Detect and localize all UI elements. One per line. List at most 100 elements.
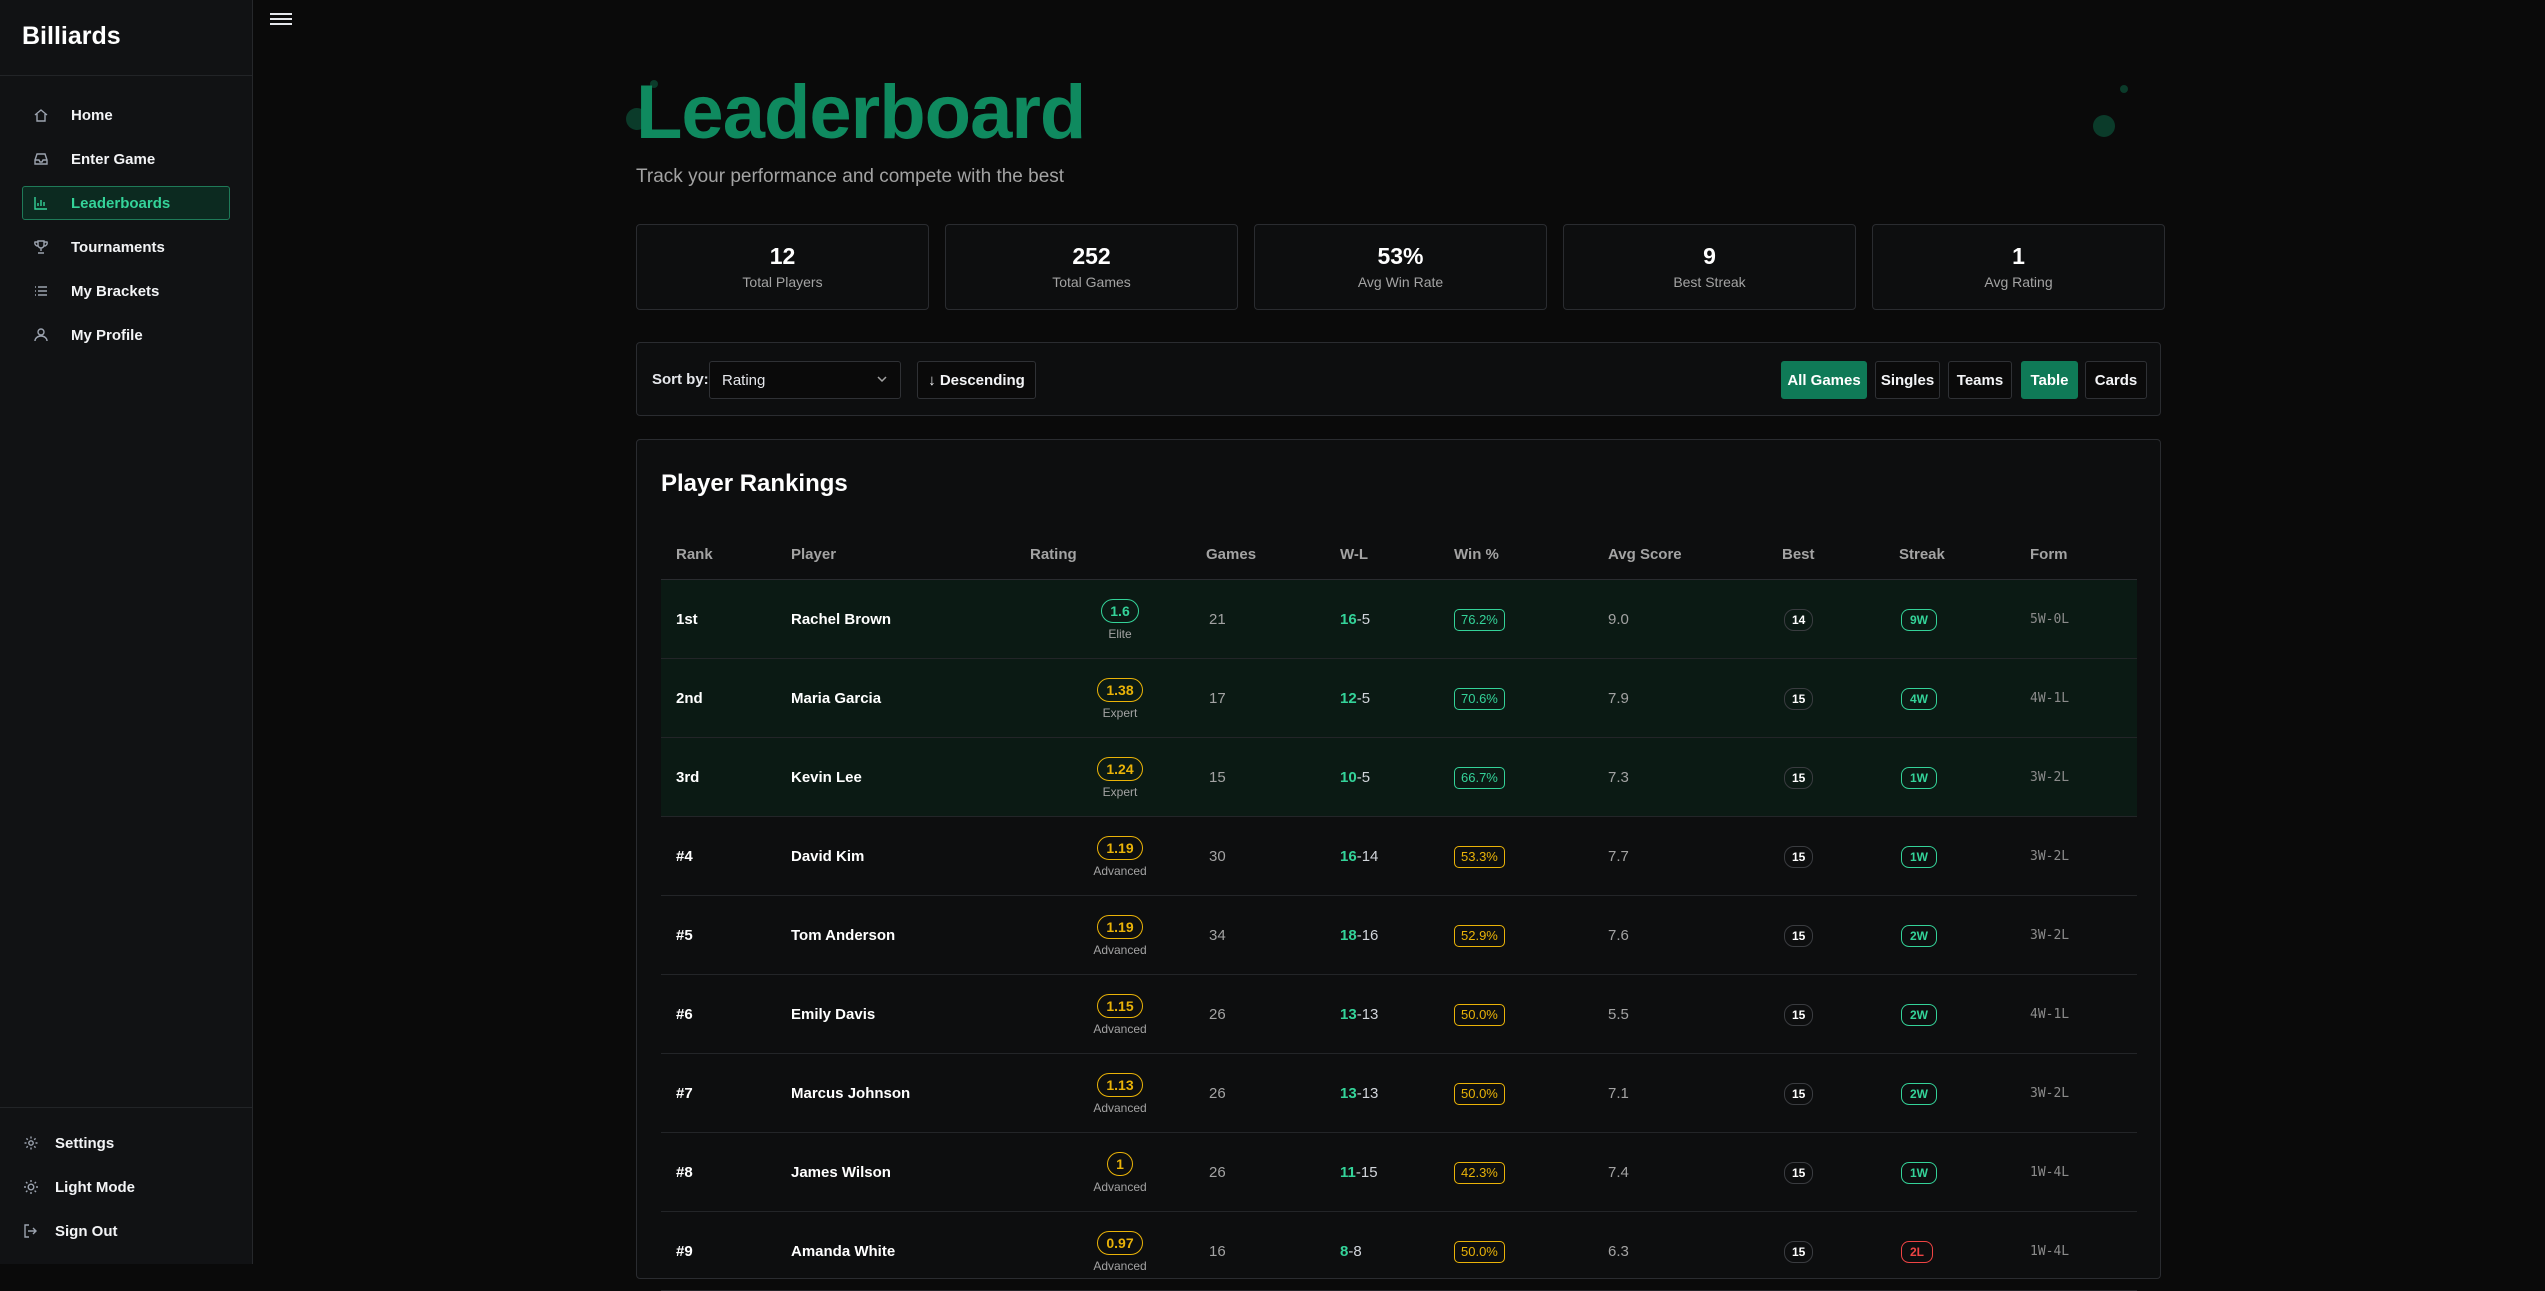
menu-toggle-button[interactable]	[270, 10, 292, 30]
rating-cell: 1.38 Expert	[1080, 659, 1160, 738]
win-pct-cell: 42.3%	[1454, 1133, 1505, 1212]
sidebar-item-tournaments[interactable]: Tournaments	[22, 230, 230, 264]
table-row[interactable]: 1st Rachel Brown 1.6 Elite 21 16-5 76.2% 9.0 14 9…	[661, 580, 2137, 659]
table-row[interactable]: #6 Emily Davis 1.15 Advanced 26 13-13 50.0% 5.5…	[661, 975, 2137, 1054]
win-pct-cell: 70.6%	[1454, 659, 1505, 738]
stat-label: Avg Rating	[1984, 273, 2053, 290]
column-header-streak[interactable]: Streak	[1899, 546, 1945, 563]
player-name[interactable]: Rachel Brown	[791, 580, 891, 659]
player-name[interactable]: Emily Davis	[791, 975, 875, 1054]
filter-singles-button[interactable]: Singles	[1875, 361, 1940, 399]
win-loss-cell: 18-16	[1340, 896, 1378, 975]
wins-value: 12	[1340, 690, 1357, 707]
column-header-win[interactable]: Win %	[1454, 546, 1499, 563]
column-header-avg-score[interactable]: Avg Score	[1608, 546, 1682, 563]
column-header-rating[interactable]: Rating	[1030, 546, 1077, 563]
stat-card-avg-rating: 1 Avg Rating	[1872, 224, 2165, 310]
hamburger-icon	[270, 13, 292, 15]
best-badge: 15	[1784, 1082, 1814, 1105]
view-cards-button[interactable]: Cards	[2085, 361, 2147, 399]
sidebar-item-label: My Profile	[71, 326, 143, 344]
avg-score-cell: 7.9	[1608, 690, 1629, 707]
best-badge: 15	[1784, 1240, 1814, 1263]
column-header-games[interactable]: Games	[1206, 546, 1256, 563]
stat-value: 53%	[1377, 243, 1424, 270]
rating-badge: 1.15	[1097, 993, 1143, 1018]
player-name[interactable]: Tom Anderson	[791, 896, 895, 975]
rating-badge: 1	[1107, 1151, 1133, 1176]
rank-cell: 2nd	[676, 690, 703, 707]
form-cell: 3W-2L	[2030, 1086, 2070, 1101]
win-pct-badge: 42.3%	[1454, 1161, 1505, 1184]
win-loss-cell: 16-5	[1340, 580, 1370, 659]
losses-value: 8	[1353, 1243, 1362, 1260]
sort-select[interactable]: Rating	[709, 361, 901, 399]
sidebar-item-home[interactable]: Home	[22, 98, 230, 132]
column-header-player[interactable]: Player	[791, 546, 836, 563]
page-subtitle: Track your performance and compete with …	[636, 166, 1065, 187]
column-header-w-l[interactable]: W-L	[1340, 546, 1368, 563]
table-row[interactable]: #4 David Kim 1.19 Advanced 30 16-14 53.3% 7.7 15…	[661, 817, 2137, 896]
avg-score-cell: 7.4	[1608, 1164, 1629, 1181]
player-name[interactable]: Kevin Lee	[791, 738, 862, 817]
table-row[interactable]: #8 James Wilson 1 Advanced 26 11-15 42.3% 7.4 15…	[661, 1133, 2137, 1212]
player-name[interactable]: Maria Garcia	[791, 659, 881, 738]
streak-badge: 2W	[1901, 1082, 1937, 1105]
column-header-form[interactable]: Form	[2030, 546, 2068, 563]
sidebar: Billiards Home Enter Game Leaderboards Tour…	[0, 0, 253, 1264]
table-row[interactable]: #7 Marcus Johnson 1.13 Advanced 26 13-13 50.0%…	[661, 1054, 2137, 1133]
streak-cell: 1W	[1901, 738, 1937, 817]
sidebar-item-label: Enter Game	[71, 150, 156, 168]
page-header: Leaderboard Track your performance and c…	[626, 0, 2161, 220]
decorative-dot	[2093, 115, 2115, 137]
rating-badge: 1.6	[1101, 598, 1139, 623]
stat-label: Total Players	[742, 273, 823, 290]
streak-badge: 1W	[1901, 766, 1937, 789]
column-header-rank[interactable]: Rank	[676, 546, 713, 563]
view-table-button[interactable]: Table	[2021, 361, 2078, 399]
filter-teams-button[interactable]: Teams	[1948, 361, 2012, 399]
losses-value: 15	[1360, 1164, 1378, 1181]
sidebar-item-sign-out[interactable]: Sign Out	[16, 1214, 236, 1248]
brand-logo[interactable]: Billiards	[0, 0, 252, 76]
sidebar-item-enter-game[interactable]: Enter Game	[22, 142, 230, 176]
sidebar-item-leaderboards[interactable]: Leaderboards	[22, 186, 230, 220]
best-badge: 14	[1784, 608, 1814, 631]
stat-value: 9	[1703, 243, 1716, 270]
rating-badge: 1.24	[1097, 756, 1143, 781]
rating-cell: 1.24 Expert	[1080, 738, 1160, 817]
sidebar-item-my-profile[interactable]: My Profile	[22, 318, 230, 352]
table-row[interactable]: 3rd Kevin Lee 1.24 Expert 15 10-5 66.7% 7.3 15 1W…	[661, 738, 2137, 817]
losses-value: 16	[1361, 927, 1379, 944]
losses-value: 13	[1361, 1085, 1379, 1102]
decorative-dot	[2120, 85, 2128, 93]
inbox-icon	[33, 151, 49, 167]
streak-badge: 2W	[1901, 924, 1937, 947]
table-row[interactable]: 2nd Maria Garcia 1.38 Expert 17 12-5 70.6% 7.9 1…	[661, 659, 2137, 738]
best-badge: 15	[1784, 924, 1814, 947]
sidebar-item-light-mode[interactable]: Light Mode	[16, 1170, 236, 1204]
streak-cell: 2W	[1901, 896, 1937, 975]
sort-order-button[interactable]: ↓ Descending	[917, 361, 1036, 399]
stat-card-best-streak: 9 Best Streak	[1563, 224, 1856, 310]
win-pct-badge: 50.0%	[1454, 1003, 1505, 1026]
rating-cell: 1.13 Advanced	[1080, 1054, 1160, 1133]
best-cell: 15	[1784, 738, 1814, 817]
best-badge: 15	[1784, 845, 1814, 868]
win-pct-cell: 53.3%	[1454, 817, 1505, 896]
player-name[interactable]: David Kim	[791, 817, 864, 896]
sidebar-item-my-brackets[interactable]: My Brackets	[22, 274, 230, 308]
controls-bar: Sort by: Rating ↓ Descending All Games S…	[636, 342, 2161, 416]
table-row[interactable]: #9 Amanda White 0.97 Advanced 16 8-8 50.0% 6.3 1…	[661, 1212, 2137, 1291]
player-name[interactable]: Marcus Johnson	[791, 1054, 910, 1133]
rating-tier: Advanced	[1093, 1258, 1147, 1273]
win-loss-cell: 13-13	[1340, 975, 1378, 1054]
player-name[interactable]: James Wilson	[791, 1133, 891, 1212]
sidebar-item-settings[interactable]: Settings	[16, 1126, 236, 1160]
table-row[interactable]: #5 Tom Anderson 1.19 Advanced 34 18-16 52.9% 7.…	[661, 896, 2137, 975]
avg-score-cell: 7.3	[1608, 769, 1629, 786]
filter-all-games-button[interactable]: All Games	[1781, 361, 1867, 399]
player-name[interactable]: Amanda White	[791, 1212, 895, 1291]
losses-value: 14	[1361, 848, 1379, 865]
column-header-best[interactable]: Best	[1782, 546, 1815, 563]
